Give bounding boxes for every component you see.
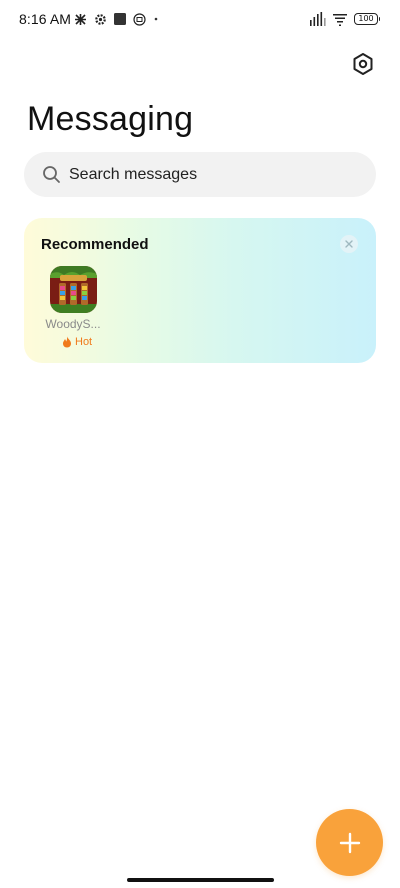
hot-badge: Hot: [62, 335, 92, 349]
search-bar[interactable]: [24, 152, 376, 197]
wifi-icon: [333, 13, 347, 26]
home-indicator[interactable]: [127, 878, 274, 882]
status-icons-right: 100: [303, 11, 380, 27]
close-recommended-button[interactable]: [340, 235, 358, 253]
hexagon-settings-icon: [353, 53, 373, 75]
app-icon: [50, 266, 97, 313]
badge-icon: [133, 12, 146, 26]
flame-icon: [63, 336, 71, 348]
settings-button[interactable]: [348, 49, 378, 79]
recommended-title: Recommended: [41, 236, 149, 253]
hot-label: Hot: [75, 336, 93, 348]
close-icon: [345, 240, 353, 248]
status-icons-left: [74, 11, 166, 27]
page-title: Messaging: [27, 100, 194, 138]
status-bar: 8:16 AM 100: [0, 0, 400, 40]
gear-icon: [95, 13, 106, 25]
search-icon: [43, 166, 60, 183]
recommended-card: Recommended WoodyS... Hot: [24, 218, 376, 363]
dot-icon: [154, 17, 158, 21]
square-app-icon: [114, 13, 126, 25]
alarm-snooze-icon: [75, 13, 86, 25]
new-message-button[interactable]: [316, 809, 383, 876]
search-input[interactable]: [69, 152, 359, 197]
battery-icon: 100: [354, 13, 380, 25]
app-name: WoodyS...: [45, 317, 101, 331]
status-time: 8:16 AM: [19, 11, 72, 27]
plus-icon: [339, 832, 360, 853]
signal-icon: [310, 12, 326, 26]
woody-sort-app-icon: [50, 266, 97, 313]
